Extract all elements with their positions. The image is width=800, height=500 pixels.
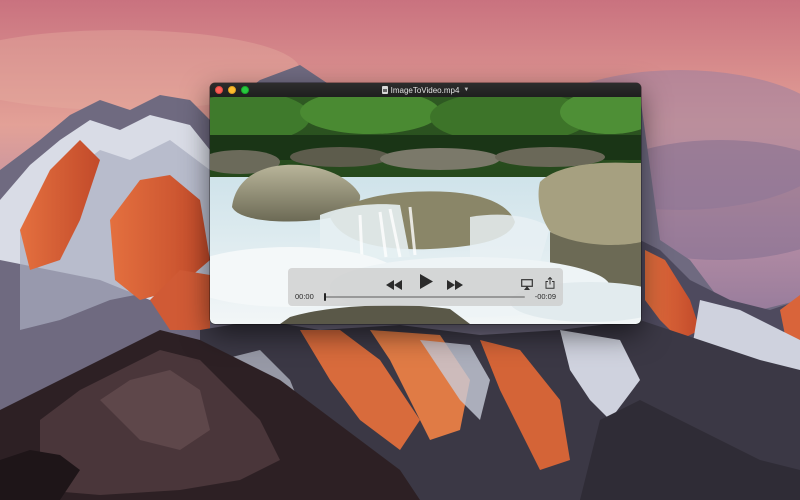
mp4-document-icon [381,86,388,94]
time-remaining: -00:09 [534,292,556,301]
fast-forward-button[interactable] [447,277,463,290]
share-button[interactable] [545,276,555,289]
rewind-icon [386,280,402,290]
scrubber-track[interactable] [324,293,525,301]
time-elapsed: 00:00 [295,292,314,301]
play-button[interactable] [419,274,433,289]
chevron-down-icon[interactable]: ▼ [463,87,469,93]
desktop: ImageToVideo.mp4 ▼ 00:00 -00:09 [0,0,800,500]
window-title: ImageToVideo.mp4 [390,85,460,95]
title-bar[interactable]: ImageToVideo.mp4 ▼ [210,83,641,97]
video-frame[interactable]: 00:00 -00:09 [210,97,641,324]
airplay-button[interactable] [521,277,533,290]
airplay-icon [521,279,533,290]
scrubber-playhead[interactable] [324,293,326,301]
window-title-group[interactable]: ImageToVideo.mp4 ▼ [210,83,641,97]
rewind-button[interactable] [386,277,402,290]
playback-controls: 00:00 -00:09 [288,268,563,306]
play-icon [420,274,433,289]
share-icon [545,276,555,289]
video-player-window[interactable]: ImageToVideo.mp4 ▼ 00:00 -00:09 [210,83,641,324]
fast-forward-icon [447,280,463,290]
